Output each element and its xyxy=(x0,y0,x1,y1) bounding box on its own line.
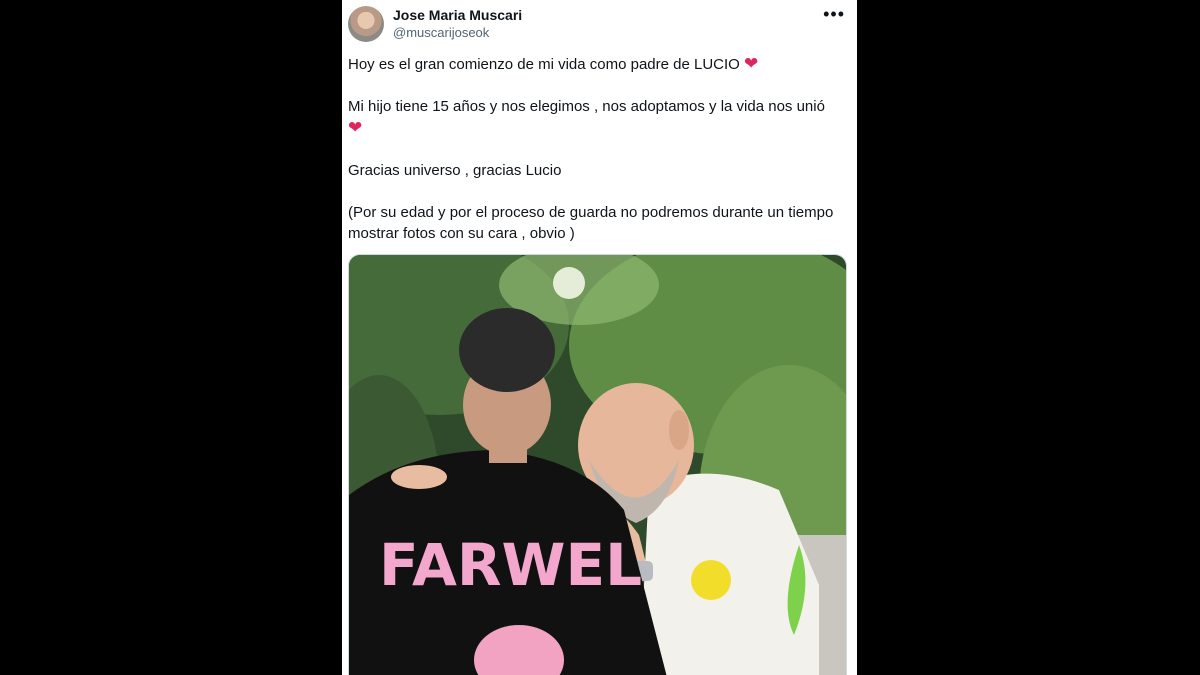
tweet-line-3: Gracias universo , gracias Lucio xyxy=(348,162,562,179)
tweet-card: Jose Maria Muscari @muscarijoseok ••• Ho… xyxy=(342,0,857,675)
tweet-line-1: Hoy es el gran comienzo de mi vida como … xyxy=(348,54,759,73)
more-options-icon[interactable]: ••• xyxy=(823,4,845,25)
tweet-line-4: (Por su edad y por el proceso de guarda … xyxy=(348,204,834,242)
author-avatar[interactable] xyxy=(348,6,384,42)
heart-icon: ❤ xyxy=(348,118,363,137)
tweet-text: Hoy es el gran comienzo de mi vida como … xyxy=(348,53,848,244)
author-handle[interactable]: @muscarijoseok xyxy=(393,25,489,40)
author-name[interactable]: Jose Maria Muscari xyxy=(393,7,522,23)
shirt-print: FARWEL xyxy=(379,531,642,599)
tweet-photo[interactable]: FARWEL xyxy=(348,254,847,675)
tweet-line-2: Mi hijo tiene 15 años y nos elegimos , n… xyxy=(348,98,825,137)
heart-icon: ❤ xyxy=(744,54,759,73)
